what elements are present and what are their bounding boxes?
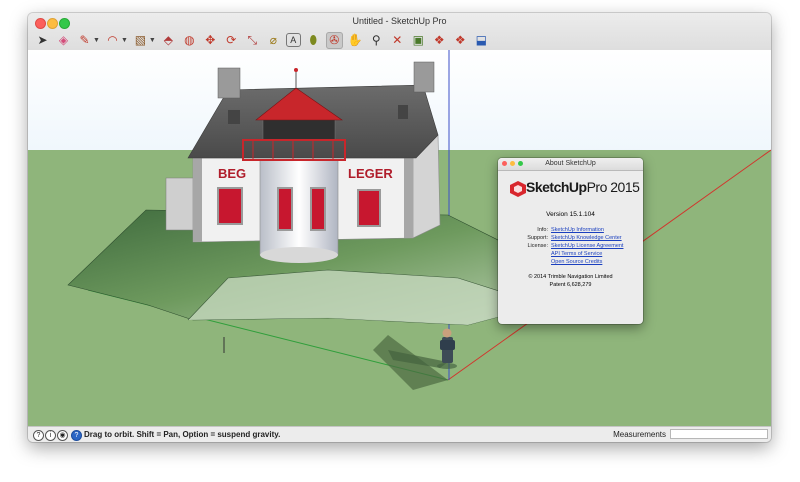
lantern-tower: [259, 159, 339, 256]
chimney-right: [413, 61, 435, 93]
account-status-icon[interactable]: ◉: [57, 430, 68, 441]
about-minimize-button[interactable]: [510, 161, 515, 166]
extension-warehouse-tool-icon[interactable]: ❖: [452, 32, 469, 49]
about-row-credits: Open Source Credits: [498, 259, 643, 265]
status-hint: Drag to orbit. Shift = Pan, Option = sus…: [84, 430, 281, 439]
about-row-api: API Terms of Service: [498, 251, 643, 257]
components-tool-icon[interactable]: ▣: [410, 32, 427, 49]
house-sign-right: LEGER: [348, 166, 393, 181]
about-close-button[interactable]: [502, 161, 507, 166]
main-toolbar: ➤ ◈ ✎ ▼ ◠ ▼ ▧ ▼ ⬘ ◍ ✥ ⟳ ⤡ ⌀ A ⬮ ✇ ✋ ⚲ ✕ …: [34, 29, 490, 51]
open-source-credits-link[interactable]: Open Source Credits: [551, 259, 602, 265]
knowledge-center-link[interactable]: SketchUp Knowledge Center: [551, 235, 622, 241]
line-tool-icon[interactable]: ✎: [76, 32, 93, 49]
zoom-extents-tool-icon[interactable]: ✕: [389, 32, 406, 49]
rectangle-tool-dropdown-icon[interactable]: ▼: [149, 37, 156, 44]
lantern-room: [262, 117, 336, 141]
window-right: [357, 189, 381, 227]
select-tool-icon[interactable]: ➤: [34, 32, 51, 49]
about-copyright: © 2014 Trimble Navigation Limited: [528, 274, 613, 280]
paint-bucket-tool-icon[interactable]: ⬮: [305, 32, 322, 49]
window-left: [217, 187, 243, 225]
credits-status-icon[interactable]: i: [45, 430, 56, 441]
sketchup-logo-icon: [510, 181, 526, 197]
about-zoom-button[interactable]: [518, 161, 523, 166]
rotate-tool-icon[interactable]: ⟳: [223, 32, 240, 49]
about-version: Version 15.1.104: [546, 211, 595, 218]
license-agreement-link[interactable]: SketchUp License Agreement: [551, 243, 623, 249]
model-scene: BEG LEGER: [67, 50, 771, 390]
about-row-license: License: SketchUp License Agreement: [527, 243, 624, 249]
about-row-support: Support: SketchUp Knowledge Center: [527, 235, 622, 241]
warehouse-tool-icon[interactable]: ❖: [431, 32, 448, 49]
window-title: Untitled - SketchUp Pro: [352, 16, 447, 26]
about-title: About SketchUp: [545, 160, 596, 167]
measurements-label: Measurements: [613, 430, 666, 439]
about-logo-text: SketchUpPro 2015: [526, 179, 640, 195]
sketchup-information-link[interactable]: SketchUp Information: [551, 227, 604, 233]
about-banner: SketchUpPro 2015: [498, 175, 643, 205]
eraser-tool-icon[interactable]: ◈: [55, 32, 72, 49]
zoom-tool-icon[interactable]: ⚲: [368, 32, 385, 49]
rectangle-tool-icon[interactable]: ▧: [132, 32, 149, 49]
about-links: Info: SketchUp Information Support: Sket…: [498, 227, 643, 265]
sketchup-window: Untitled - SketchUp Pro ➤ ◈ ✎ ▼ ◠ ▼ ▧ ▼ …: [28, 13, 771, 442]
model-viewport[interactable]: BEG LEGER: [28, 50, 771, 426]
line-tool-dropdown-icon[interactable]: ▼: [93, 37, 100, 44]
push-pull-tool-icon[interactable]: ⬘: [160, 32, 177, 49]
about-title-bar: About SketchUp: [498, 158, 643, 171]
arc-tool-icon[interactable]: ◠: [104, 32, 121, 49]
offset-tool-icon[interactable]: ◍: [181, 32, 198, 49]
scale-tool-icon[interactable]: ⤡: [244, 32, 261, 49]
share-model-tool-icon[interactable]: ⬓: [473, 32, 490, 49]
api-terms-link[interactable]: API Terms of Service: [551, 251, 602, 257]
window-tower-2: [310, 187, 326, 231]
chimney-left: [217, 67, 241, 99]
orbit-tool-icon[interactable]: ✇: [325, 31, 343, 49]
tape-measure-tool-icon[interactable]: ⌀: [265, 32, 282, 49]
instructor-help-icon[interactable]: ?: [71, 430, 82, 441]
about-row-info: Info: SketchUp Information: [537, 227, 604, 233]
status-bar: ? i ◉ ? Drag to orbit. Shift = Pan, Opti…: [28, 426, 771, 442]
about-dialog: About SketchUp SketchUpPro 2015 Version …: [498, 158, 643, 324]
geolocation-status-icon[interactable]: ?: [33, 430, 44, 441]
arc-tool-dropdown-icon[interactable]: ▼: [121, 37, 128, 44]
measurements-input[interactable]: [670, 429, 768, 439]
pan-tool-icon[interactable]: ✋: [347, 32, 364, 49]
text-tool-icon[interactable]: A: [285, 33, 301, 47]
move-tool-icon[interactable]: ✥: [202, 32, 219, 49]
window-tower-1: [277, 187, 293, 231]
house-sign-left: BEG: [218, 166, 246, 181]
about-patent: Patent 6,628,279: [549, 282, 592, 288]
